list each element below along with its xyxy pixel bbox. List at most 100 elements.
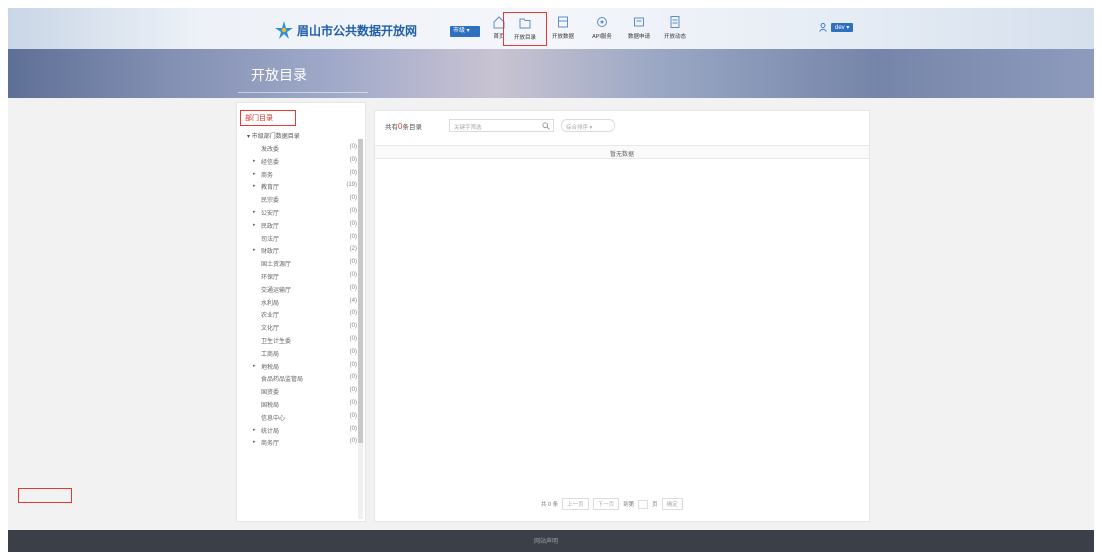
tree-item[interactable]: ▸ 民政厅 (0) bbox=[237, 220, 357, 233]
tree-item-count: (0) bbox=[349, 361, 357, 368]
next-page-button[interactable]: 下一页 bbox=[592, 498, 620, 510]
tree-item-count: (0) bbox=[349, 323, 357, 330]
nav-data-request-label: 数据申请 bbox=[627, 34, 650, 40]
nav-open-news[interactable]: 开放动态 bbox=[658, 15, 692, 40]
site-logo[interactable]: 眉山市公共数据开放网 bbox=[274, 20, 417, 40]
tree-item[interactable]: 文化厅 (0) bbox=[237, 322, 357, 335]
site-name: 眉山市公共数据开放网 bbox=[297, 23, 418, 38]
sort-select[interactable]: 综合排序 ▾ bbox=[561, 119, 615, 132]
nav-open-catalog[interactable]: 开放目录 bbox=[503, 12, 547, 46]
tree-item[interactable]: 环保厅 (0) bbox=[237, 271, 357, 284]
nav-open-data[interactable]: 开放数据 bbox=[546, 15, 580, 40]
tree-item-label: 地税局 bbox=[261, 364, 280, 371]
tree-item-label: 食品药品监管局 bbox=[261, 377, 304, 384]
site-footer: 网站声明 bbox=[8, 530, 1094, 552]
tree-item[interactable]: ▸ 经信委 (0) bbox=[237, 156, 357, 169]
expand-arrow-icon[interactable]: ▸ bbox=[253, 222, 256, 228]
pager-goto-label: 到第 bbox=[623, 502, 635, 508]
tree-item-count: (0) bbox=[349, 284, 357, 291]
expand-arrow-icon[interactable]: ▸ bbox=[253, 247, 256, 253]
expand-arrow-icon[interactable]: ▸ bbox=[253, 183, 256, 189]
scrollbar-thumb[interactable] bbox=[358, 139, 363, 443]
tree-item-count: (0) bbox=[349, 412, 357, 419]
nav-open-news-label: 开放动态 bbox=[663, 34, 686, 40]
banner-title: 开放目录 bbox=[251, 67, 307, 83]
tree-item-count: (0) bbox=[349, 156, 357, 163]
tree-item-count: (0) bbox=[349, 438, 357, 445]
confirm-page-button[interactable]: 确定 bbox=[661, 498, 683, 510]
nav-open-catalog-label: 开放目录 bbox=[513, 35, 536, 41]
sidebar-heading[interactable]: 部门目录 bbox=[240, 110, 296, 126]
sidebar-scrollbar[interactable] bbox=[358, 139, 363, 519]
tree-item[interactable]: 水利局 (4) bbox=[237, 297, 357, 310]
tree-item[interactable]: ▸ 财政厅 (2) bbox=[237, 245, 357, 258]
tree-item[interactable]: 交通运输厅 (0) bbox=[237, 284, 357, 297]
tree-item-count: (0) bbox=[349, 259, 357, 266]
tree-item-count: (0) bbox=[349, 207, 357, 214]
tree-item-label: 经信委 bbox=[261, 159, 280, 166]
expand-arrow-icon[interactable]: ▸ bbox=[253, 171, 256, 177]
tree-item[interactable]: 国资委 (0) bbox=[237, 386, 357, 399]
expand-arrow-icon[interactable]: ▸ bbox=[253, 427, 256, 433]
tree-item-label: 司法厅 bbox=[261, 236, 280, 243]
tree-item[interactable]: 国税局 (0) bbox=[237, 399, 357, 412]
database-icon bbox=[558, 16, 568, 28]
pagination: 共 0 条 上一页 下一页 到第 页 确定 bbox=[541, 498, 683, 510]
folder-icon bbox=[519, 18, 531, 29]
tree-item-label: 发改委 bbox=[261, 147, 280, 153]
tree-item[interactable]: 发改委 (0) bbox=[237, 143, 357, 156]
tree-item[interactable]: ▸ 地税局 (0) bbox=[237, 361, 357, 374]
expand-arrow-icon[interactable]: ▸ bbox=[253, 363, 256, 369]
tree-item-count: (0) bbox=[349, 348, 357, 355]
catalog-panel: 共有0条目录 关键字筛选 综合排序 ▾ 暂无数据 共 0 条 上一页 下一页 到… bbox=[374, 110, 870, 522]
tree-item[interactable]: ▸ 教育厅 (19) bbox=[237, 181, 357, 194]
tree-item-count: (0) bbox=[349, 169, 357, 176]
tree-item[interactable]: 食品药品监管局 (0) bbox=[237, 373, 357, 386]
api-icon bbox=[597, 17, 607, 27]
tree-item-label: 信息中心 bbox=[261, 415, 286, 422]
department-sidebar: 部门目录 ▾ 市级部门数据目录 发改委 (0) ▸ 经信委 (0) ▸ 商务 (0) ▸ 教育厅 (… bbox=[236, 102, 366, 522]
tree-item[interactable]: 国土资源厅 (0) bbox=[237, 258, 357, 271]
tree-item-count: (0) bbox=[349, 144, 357, 150]
nav-api-service[interactable]: API服务 bbox=[585, 15, 619, 40]
news-icon bbox=[670, 16, 680, 28]
tree-root[interactable]: ▾ 市级部门数据目录 bbox=[247, 131, 300, 140]
search-icon[interactable] bbox=[542, 122, 550, 130]
pager-total: 共 0 条 bbox=[541, 502, 559, 508]
tree-item-label: 国土资源厅 bbox=[261, 262, 292, 269]
tree-item-label: 环保厅 bbox=[261, 274, 280, 281]
tree-item[interactable]: ▸ 统计局 (0) bbox=[237, 425, 357, 438]
tree-item[interactable]: 信息中心 (0) bbox=[237, 412, 357, 425]
tree-item-count: (0) bbox=[349, 220, 357, 227]
tree-item-count: (19) bbox=[346, 182, 357, 189]
expand-arrow-icon[interactable]: ▸ bbox=[253, 209, 256, 215]
site-header: 眉山市公共数据开放网 市级 ▾ 首页 开放目录 开放数据 API服务 数据申请 … bbox=[8, 8, 1094, 49]
department-tree: 发改委 (0) ▸ 经信委 (0) ▸ 商务 (0) ▸ 教育厅 (19) 民宗委 (0) ▸ 公安厅 (0)… bbox=[237, 143, 357, 450]
tree-item[interactable]: 农业厅 (0) bbox=[237, 309, 357, 322]
tree-item[interactable]: ▸ 商务 (0) bbox=[237, 169, 357, 182]
tree-item[interactable]: 民宗委 (0) bbox=[237, 194, 357, 207]
expand-arrow-icon[interactable]: ▸ bbox=[253, 439, 256, 445]
expand-arrow-icon[interactable]: ▸ bbox=[253, 158, 256, 164]
nav-data-request[interactable]: 数据申请 bbox=[622, 15, 656, 40]
tree-item-label: 民政厅 bbox=[261, 223, 280, 230]
tree-item-label: 民宗委 bbox=[261, 198, 280, 205]
tree-item[interactable]: ▸ 公安厅 (0) bbox=[237, 207, 357, 220]
footer-text[interactable]: 网站声明 bbox=[534, 536, 558, 545]
tree-item[interactable]: 司法厅 (0) bbox=[237, 233, 357, 246]
tree-item-label: 工商局 bbox=[261, 351, 280, 358]
tree-item-label: 公安厅 bbox=[261, 210, 280, 217]
city-select[interactable]: 市级 ▾ bbox=[450, 26, 480, 37]
star-logo-icon bbox=[275, 21, 293, 39]
tree-item-count: (0) bbox=[349, 195, 357, 202]
tree-item[interactable]: ▸ 商务厅 (0) bbox=[237, 437, 357, 450]
prev-page-button[interactable]: 上一页 bbox=[562, 498, 589, 510]
username-badge[interactable]: dev ▾ bbox=[831, 23, 854, 32]
user-menu[interactable]: dev ▾ bbox=[819, 23, 854, 32]
page-number-input[interactable] bbox=[638, 499, 649, 509]
tree-item[interactable]: 工商局 (0) bbox=[237, 348, 357, 361]
nav-open-data-label: 开放数据 bbox=[551, 34, 574, 40]
request-icon bbox=[634, 17, 644, 27]
tree-item[interactable]: 卫生计生委 (0) bbox=[237, 335, 357, 348]
search-input[interactable]: 关键字筛选 bbox=[449, 119, 554, 132]
